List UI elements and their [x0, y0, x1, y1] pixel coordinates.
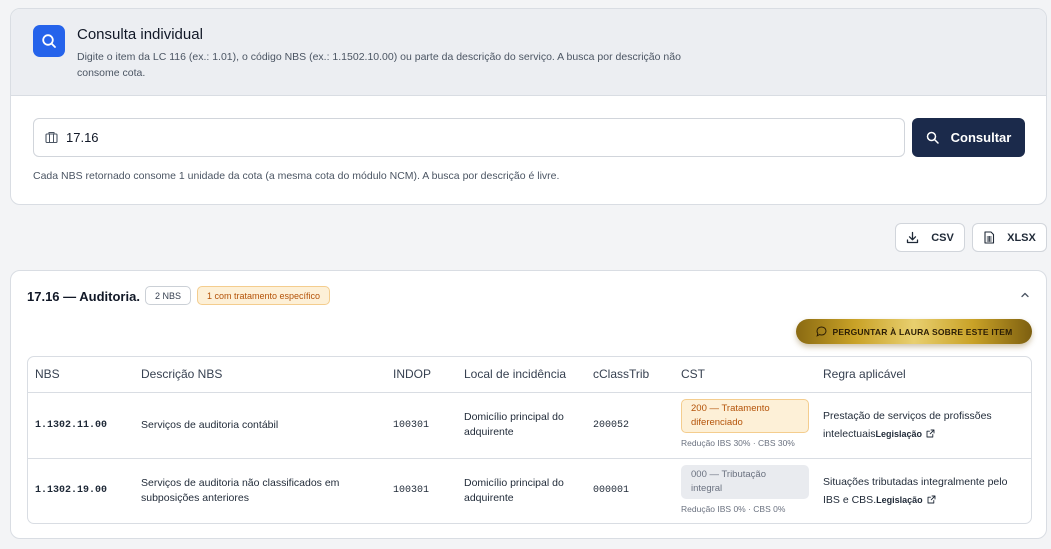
legislation-link-label: Legislação	[876, 494, 923, 505]
indop-code: 100301	[393, 485, 430, 497]
column-header-cst: CST	[674, 357, 816, 393]
download-icon	[907, 231, 919, 244]
legislation-link[interactable]: Legislação	[876, 495, 936, 505]
chevron-up-icon[interactable]	[1019, 289, 1031, 301]
search-title: Consulta individual	[77, 26, 203, 43]
table-row: 1.1302.11.00 Serviços de auditoria contá…	[28, 392, 1031, 459]
result-card: 17.16 — Auditoria. 2 NBS 1 com tratament…	[10, 270, 1047, 539]
ask-laura-label: PERGUNTAR À LAURA SOBRE ESTE ITEM	[832, 326, 1013, 337]
export-csv-button[interactable]: CSV	[895, 223, 965, 252]
consult-button-label: Consultar	[950, 130, 1012, 145]
cst-badge: 000 — Tributação integral	[681, 464, 809, 499]
cclasstrib-code: 200052	[586, 392, 674, 459]
table-row: 1.1302.19.00 Serviços de auditoria não c…	[28, 458, 1031, 523]
nbs-description: Serviços de auditoria não classificados …	[141, 476, 340, 504]
nbs-code: 1.1302.19.00	[35, 485, 108, 497]
external-link-icon	[927, 495, 936, 504]
search-hint: Cada NBS retornado consome 1 unidade da …	[33, 170, 560, 182]
search-icon	[42, 34, 56, 48]
cst-badge: 200 — Tratamento diferenciado	[681, 399, 809, 433]
incidence-location: Domicílio principal do adquirente	[457, 392, 586, 459]
cst-reduction-note: Redução IBS 0% · CBS 0%	[681, 503, 786, 514]
search-card: Consulta individual Digite o item da LC …	[10, 8, 1047, 205]
result-title: 17.16 — Auditoria.	[27, 289, 140, 304]
legislation-link[interactable]: Legislação	[876, 429, 936, 439]
search-icon	[926, 131, 939, 144]
rule-cell: Prestação de serviços de profissões inte…	[816, 392, 1031, 459]
search-header: Consulta individual Digite o item da LC …	[11, 9, 1046, 96]
consult-button[interactable]: Consultar	[912, 118, 1025, 157]
table-header-row: NBS Descrição NBS INDOP Local de incidên…	[28, 357, 1031, 393]
incidence-location: Domicílio principal do adquirente	[464, 476, 564, 504]
export-xlsx-label: XLSX	[1007, 231, 1036, 244]
column-header-local: Local de incidência	[457, 357, 586, 393]
indop-code: 100301	[386, 392, 457, 459]
spreadsheet-icon	[984, 231, 995, 244]
cst-reduction-note: Redução IBS 30% · CBS 30%	[681, 438, 795, 448]
nbs-table: NBS Descrição NBS INDOP Local de incidên…	[27, 356, 1032, 524]
cst-cell: 200 — Tratamento diferenciado Redução IB…	[674, 392, 816, 459]
search-badge	[33, 25, 65, 57]
column-header-descricao: Descrição NBS	[134, 357, 386, 393]
search-subtitle: Digite o item da LC 116 (ex.: 1.01), o c…	[77, 51, 681, 79]
building-icon	[45, 132, 58, 144]
column-header-cclasstrib: cClassTrib	[586, 357, 674, 393]
rule-cell: Situações tributadas integralmente pelo …	[816, 458, 1031, 523]
export-csv-label: CSV	[931, 231, 954, 244]
nbs-count-badge: 2 NBS	[145, 286, 192, 305]
cclasstrib-code: 000001	[593, 485, 630, 497]
nbs-description: Serviços de auditoria contábil	[134, 392, 386, 459]
chat-bubble-icon	[815, 326, 827, 337]
external-link-icon	[926, 429, 935, 438]
legislation-link-label: Legislação	[875, 429, 923, 439]
nbs-code: 1.1302.11.00	[28, 392, 134, 459]
search-input[interactable]	[66, 119, 886, 156]
special-treatment-badge: 1 com tratamento específico	[197, 286, 331, 305]
column-header-nbs: NBS	[28, 357, 134, 393]
column-header-indop: INDOP	[386, 357, 457, 393]
search-box[interactable]	[33, 118, 905, 157]
column-header-regra: Regra aplicável	[816, 357, 1031, 393]
export-xlsx-button[interactable]: XLSX	[972, 223, 1047, 252]
cst-cell: 000 — Tributação integral Redução IBS 0%…	[674, 458, 816, 523]
ask-laura-button[interactable]: PERGUNTAR À LAURA SOBRE ESTE ITEM	[796, 319, 1032, 344]
